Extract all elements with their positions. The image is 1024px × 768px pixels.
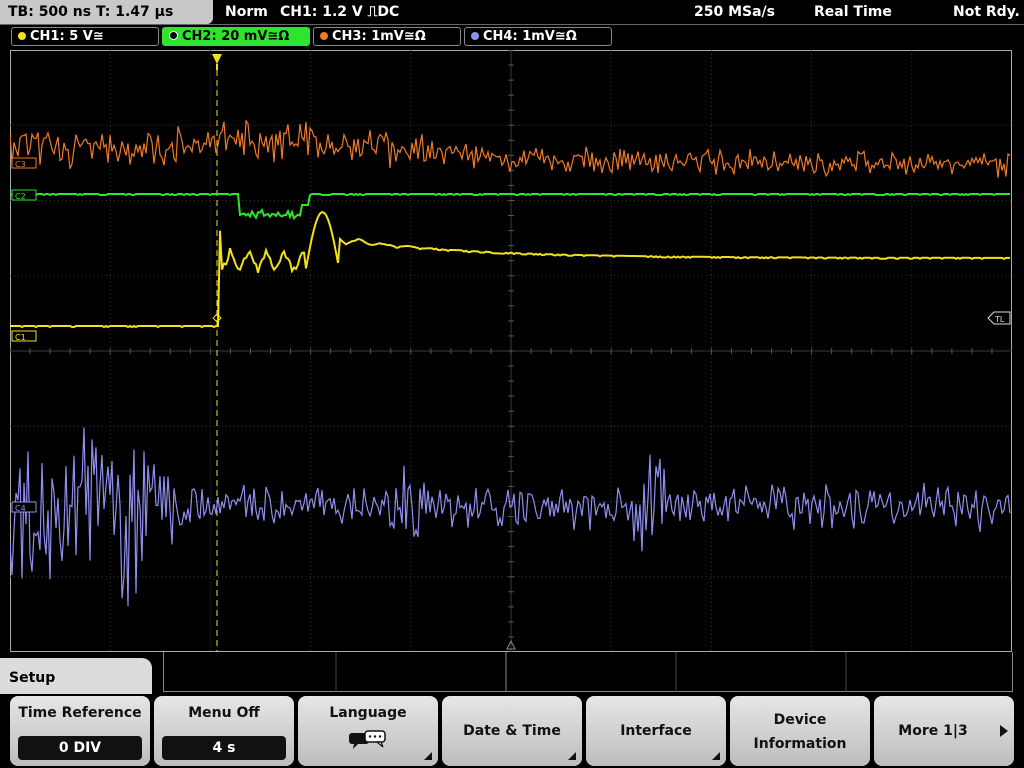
ch2-waveform <box>10 192 1010 221</box>
tab-ch3[interactable]: CH3: 1mV≅Ω <box>313 27 461 46</box>
tab-ch2[interactable]: CH2: 20 mV≅Ω <box>162 27 310 46</box>
svg-text:C4: C4 <box>15 504 26 513</box>
date-time-button[interactable]: Date & Time <box>442 696 582 766</box>
trigger-info[interactable]: CH1: 1.2 V ⎍DC <box>280 0 399 24</box>
trigger-marker-icon[interactable] <box>212 54 222 64</box>
time-reference-button[interactable]: Time Reference 0 DIV <box>10 696 150 766</box>
submenu-indicator-icon <box>568 752 576 760</box>
sample-rate: 250 MSa/s <box>694 4 776 20</box>
svg-text:TL: TL <box>994 315 1005 324</box>
ch2-label: CH2: 20 mV≅Ω <box>182 29 290 44</box>
menu-off-label: Menu Off <box>188 705 260 721</box>
ch3-label: CH3: 1mV≅Ω <box>332 29 426 44</box>
device-info-label-line1: Device <box>773 712 827 728</box>
next-page-icon <box>1000 725 1008 737</box>
trigger-mode[interactable]: Norm <box>225 0 268 24</box>
tab-ch4[interactable]: CH4: 1mV≅Ω <box>464 27 612 46</box>
device-info-label-line2: Information <box>753 736 847 752</box>
time-reference-label: Time Reference <box>18 705 142 721</box>
ch1-dot-icon <box>18 32 26 40</box>
status-bar: TB: 500 ns T: 1.47 µs Norm CH1: 1.2 V ⎍D… <box>0 0 1024 26</box>
menu-off-value: 4 s <box>162 736 286 760</box>
time-reference-value: 0 DIV <box>18 736 142 760</box>
date-time-label: Date & Time <box>463 723 561 739</box>
more-button[interactable]: More 1|3 <box>874 696 1014 766</box>
info-bar-dividers <box>335 652 847 692</box>
interface-label: Interface <box>620 723 692 739</box>
ch2-dot-icon <box>169 31 178 40</box>
submenu-indicator-icon <box>424 752 432 760</box>
ch2-offset-marker[interactable]: C2 <box>11 189 37 201</box>
svg-text:C3: C3 <box>15 160 26 169</box>
more-label: More 1|3 <box>898 723 968 739</box>
trigger-level-marker[interactable]: TL <box>987 311 1011 325</box>
menu-title: Setup <box>0 658 152 698</box>
svg-text:C1: C1 <box>15 333 26 342</box>
channel-tabs: CH1: 5 V≅ CH2: 20 mV≅Ω CH3: 1mV≅Ω CH4: 1… <box>0 26 1024 48</box>
ch3-waveform <box>10 119 1011 178</box>
info-bar <box>163 652 1013 692</box>
scope-graticule: C3 C2 C1 C4 TL <box>10 50 1012 652</box>
menu-off-button[interactable]: Menu Off 4 s <box>154 696 294 766</box>
acquisition-mode: Real Time <box>814 4 892 20</box>
language-label: Language <box>329 705 407 721</box>
submenu-indicator-icon <box>712 752 720 760</box>
ch1-label: CH1: 5 V≅ <box>30 29 104 44</box>
status-divider <box>0 24 1024 25</box>
ch3-dot-icon <box>320 32 328 40</box>
speech-bubble-icon <box>349 730 386 749</box>
ch1-offset-marker[interactable]: C1 <box>11 330 37 342</box>
device-information-button[interactable]: Device Information <box>730 696 870 766</box>
ch4-dot-icon <box>471 32 479 40</box>
ch3-offset-marker[interactable]: C3 <box>11 157 37 169</box>
tab-ch1[interactable]: CH1: 5 V≅ <box>11 27 159 46</box>
softkey-bar: Time Reference 0 DIV Menu Off 4 s Langua… <box>0 694 1024 768</box>
ready-status: Not Rdy. <box>953 4 1020 20</box>
timebase-readout[interactable]: TB: 500 ns T: 1.47 µs <box>0 0 213 24</box>
ch4-offset-marker[interactable]: C4 <box>11 501 37 513</box>
ch4-label: CH4: 1mV≅Ω <box>483 29 577 44</box>
ch1-waveform <box>10 211 1010 329</box>
language-button[interactable]: Language <box>298 696 438 766</box>
svg-text:C2: C2 <box>15 192 26 201</box>
interface-button[interactable]: Interface <box>586 696 726 766</box>
